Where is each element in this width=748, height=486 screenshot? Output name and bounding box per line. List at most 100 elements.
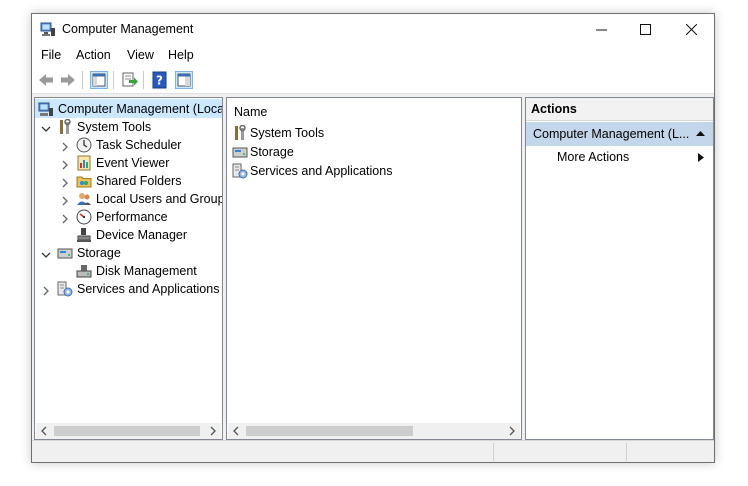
tree-label-event-viewer: Event Viewer bbox=[96, 156, 170, 170]
chevron-right-icon[interactable] bbox=[60, 142, 70, 152]
name-header-label: Name bbox=[234, 105, 268, 119]
disk-management-icon bbox=[76, 265, 92, 278]
actions-header-bar: Actions bbox=[526, 98, 713, 121]
actions-header: Actions bbox=[531, 102, 577, 116]
tree-label-services-applications: Services and Applications bbox=[77, 282, 220, 296]
chevron-right-icon bbox=[210, 426, 216, 436]
menu-view[interactable]: View bbox=[127, 48, 154, 62]
scroll-thumb[interactable] bbox=[246, 426, 413, 436]
list-item[interactable]: System Tools bbox=[232, 124, 324, 142]
toolbar-separator bbox=[82, 71, 83, 89]
chevron-right-icon[interactable] bbox=[60, 178, 70, 188]
scroll-right-arrow[interactable] bbox=[504, 423, 520, 439]
users-icon bbox=[77, 193, 91, 205]
actions-section-computer-management[interactable]: Computer Management (L... bbox=[526, 122, 713, 146]
services-applications-icon bbox=[57, 281, 73, 297]
result-list-pane: Name System Tools Storage Services and A… bbox=[226, 97, 522, 440]
tree-item-performance[interactable]: Performance bbox=[76, 208, 168, 226]
list-item[interactable]: Services and Applications bbox=[232, 162, 392, 180]
show-hide-console-tree-icon[interactable] bbox=[90, 71, 108, 89]
name-column-header[interactable]: Name bbox=[234, 103, 267, 121]
chevron-right-icon[interactable] bbox=[60, 196, 70, 206]
more-actions-label: More Actions bbox=[557, 150, 630, 164]
actions-section-label: Computer Management (L... bbox=[533, 127, 690, 141]
status-divider bbox=[493, 443, 494, 461]
tree-item-services-applications[interactable]: Services and Applications bbox=[57, 280, 219, 298]
chevron-right-icon[interactable] bbox=[60, 160, 70, 170]
status-divider bbox=[626, 443, 627, 461]
event-viewer-icon bbox=[77, 155, 91, 171]
tree-label-device-manager: Device Manager bbox=[96, 228, 188, 242]
tree-item-shared-folders[interactable]: Shared Folders bbox=[76, 172, 181, 190]
tree-item-event-viewer[interactable]: Event Viewer bbox=[76, 154, 169, 172]
minimize-button[interactable] bbox=[578, 14, 624, 44]
more-actions-item[interactable]: More Actions bbox=[526, 148, 713, 168]
chevron-right-icon[interactable] bbox=[41, 286, 51, 296]
tree-item-local-users-groups[interactable]: Local Users and Groups bbox=[76, 190, 223, 208]
clock-icon bbox=[76, 137, 92, 153]
list-item-label: System Tools bbox=[250, 126, 325, 140]
storage-icon bbox=[232, 147, 248, 158]
maximize-button[interactable] bbox=[622, 14, 668, 44]
services-applications-icon bbox=[232, 163, 248, 179]
help-icon[interactable]: ? bbox=[151, 71, 169, 89]
tree-label-disk-management: Disk Management bbox=[96, 264, 197, 278]
tree-item-disk-management[interactable]: Disk Management bbox=[76, 262, 197, 280]
chevron-left-icon bbox=[233, 426, 239, 436]
chevron-down-icon[interactable] bbox=[41, 250, 51, 260]
tree-label-shared-folders: Shared Folders bbox=[96, 174, 182, 188]
device-manager-icon bbox=[77, 228, 91, 242]
collapse-up-icon[interactable] bbox=[696, 130, 705, 137]
submenu-arrow-icon bbox=[698, 153, 704, 162]
tree-label-root: Computer Management (Local) bbox=[58, 102, 223, 116]
chevron-left-icon bbox=[41, 426, 47, 436]
computer-management-icon bbox=[38, 102, 53, 116]
console-tree-pane: Computer Management (Local) System Tools… bbox=[34, 97, 223, 440]
tree-item-root[interactable]: Computer Management (Local) bbox=[38, 100, 223, 118]
tree-item-storage[interactable]: Storage bbox=[57, 244, 121, 262]
list-item-label: Services and Applications bbox=[250, 164, 393, 178]
toolbar-separator bbox=[143, 71, 144, 89]
chevron-down-icon[interactable] bbox=[41, 124, 51, 134]
menu-bar: File Action View Help bbox=[32, 44, 714, 66]
export-list-icon[interactable] bbox=[121, 71, 139, 89]
back-icon[interactable] bbox=[37, 71, 55, 89]
actions-pane: Actions Computer Management (L... More A… bbox=[525, 97, 714, 440]
show-hide-action-pane-icon[interactable] bbox=[175, 71, 193, 89]
close-button[interactable] bbox=[668, 14, 714, 44]
scroll-thumb[interactable] bbox=[54, 426, 200, 436]
performance-icon bbox=[76, 209, 92, 225]
menu-file[interactable]: File bbox=[41, 48, 61, 62]
scroll-left-arrow[interactable] bbox=[36, 423, 52, 439]
computer-management-icon bbox=[40, 22, 55, 36]
title-bar[interactable]: Computer Management bbox=[32, 14, 714, 44]
minimize-icon bbox=[595, 29, 607, 30]
status-bar bbox=[32, 440, 714, 462]
shared-folder-icon bbox=[76, 176, 92, 188]
computer-management-window: Computer Management File Action View Hel… bbox=[31, 13, 715, 463]
list-item[interactable]: Storage bbox=[232, 143, 294, 161]
tree-label-storage: Storage bbox=[77, 246, 121, 260]
tree-label-performance: Performance bbox=[96, 210, 168, 224]
tree-item-task-scheduler[interactable]: Task Scheduler bbox=[76, 136, 181, 154]
tree-label-local-users-groups: Local Users and Groups bbox=[96, 192, 223, 206]
toolbar: ? bbox=[32, 66, 714, 94]
svg-text:?: ? bbox=[156, 74, 163, 88]
scroll-left-arrow[interactable] bbox=[228, 423, 244, 439]
menu-help[interactable]: Help bbox=[168, 48, 194, 62]
chevron-right-icon[interactable] bbox=[60, 214, 70, 224]
list-item-label: Storage bbox=[250, 145, 294, 159]
menu-action[interactable]: Action bbox=[76, 48, 111, 62]
tree-horizontal-scrollbar[interactable] bbox=[36, 423, 221, 439]
forward-icon[interactable] bbox=[59, 71, 77, 89]
scroll-right-arrow[interactable] bbox=[205, 423, 221, 439]
tree-item-system-tools[interactable]: System Tools bbox=[57, 118, 151, 136]
storage-icon bbox=[57, 248, 73, 259]
toolbar-separator bbox=[113, 71, 114, 89]
tree-label-system-tools: System Tools bbox=[77, 120, 152, 134]
tree-item-device-manager[interactable]: Device Manager bbox=[76, 226, 187, 244]
system-tools-icon bbox=[235, 125, 246, 140]
list-horizontal-scrollbar[interactable] bbox=[228, 423, 520, 439]
window-title: Computer Management bbox=[62, 22, 194, 36]
system-tools-icon bbox=[60, 119, 71, 134]
